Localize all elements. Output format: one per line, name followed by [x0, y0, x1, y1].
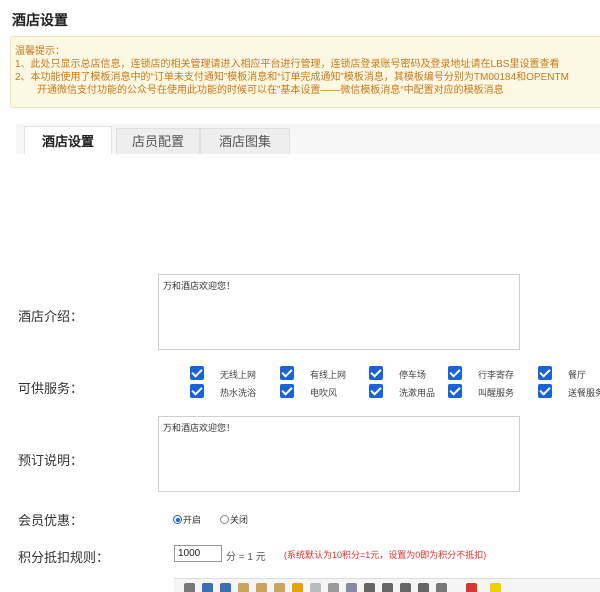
intro-label: 酒店介绍：	[18, 309, 84, 324]
notice-line-1: 1、此处只显示总店信息，连锁店的相关管理请进入相应平台进行管理，连锁店登录账号密…	[15, 59, 560, 70]
tab-bar: 酒店设置 店员配置 酒店图集	[16, 124, 600, 156]
settings-panel: 酒店设置 店员配置 酒店图集	[16, 124, 600, 592]
checkbox-icon[interactable]	[190, 366, 204, 380]
intro-textarea[interactable]: 万和酒店欢迎您！	[158, 274, 520, 350]
member-discount-label: 会员优惠：	[18, 513, 84, 528]
page-title: 酒店设置	[12, 12, 68, 28]
superscript-icon[interactable]	[364, 583, 375, 592]
notice-heading: 温馨提示：	[15, 46, 65, 57]
checkbox-icon[interactable]	[538, 384, 552, 398]
notice-line-3: 开通微信支付功能的公众号在使用此功能的时候可以在”基本设置——微信模板消息“中配…	[37, 85, 504, 96]
undo-icon[interactable]	[202, 583, 213, 592]
clear-icon[interactable]	[328, 583, 339, 592]
font-size-down-icon[interactable]	[400, 583, 411, 592]
notice-box: 温馨提示： 1、此处只显示总店信息，连锁店的相关管理请进入相应平台进行管理，连锁…	[10, 36, 600, 108]
subscript-icon[interactable]	[418, 583, 429, 592]
checkbox-icon[interactable]	[448, 384, 462, 398]
tab-hotel-settings[interactable]: 酒店设置	[24, 126, 112, 156]
paste-text-icon[interactable]	[256, 583, 267, 592]
font-size-up-icon[interactable]	[382, 583, 393, 592]
booking-note-label: 预订说明：	[18, 453, 84, 468]
points-input[interactable]: 1000	[174, 545, 222, 562]
table-icon[interactable]	[346, 583, 357, 592]
booking-note-textarea[interactable]: 万和酒店欢迎您！	[158, 416, 520, 492]
checkbox-icon[interactable]	[448, 366, 462, 380]
checkbox-icon[interactable]	[369, 366, 383, 380]
checkbox-icon[interactable]	[280, 384, 294, 398]
checkbox-icon[interactable]	[280, 366, 294, 380]
editor-toolbar	[174, 578, 600, 592]
brush-icon[interactable]	[292, 583, 303, 592]
points-rule-label: 积分抵扣规则：	[18, 550, 110, 565]
paste-icon[interactable]	[238, 583, 249, 592]
points-hint: (系统默认为10积分=1元，设置为0即为积分不抵扣)	[284, 550, 487, 560]
checkbox-icon[interactable]	[190, 384, 204, 398]
radio-selected-icon[interactable]	[173, 515, 182, 524]
format-icon[interactable]	[184, 583, 195, 592]
radio-icon[interactable]	[220, 515, 229, 524]
paste-word-icon[interactable]	[274, 583, 285, 592]
font-color-icon[interactable]	[466, 583, 477, 592]
services-label: 可供服务：	[18, 381, 84, 396]
checkbox-icon[interactable]	[538, 366, 552, 380]
redo-icon[interactable]	[220, 583, 231, 592]
tab-hotel-gallery[interactable]: 酒店图集	[200, 128, 290, 154]
discount-on-radio[interactable]: 开启	[173, 513, 201, 526]
notice-line-2: 2、本功能使用了模板消息中的“订单未支付通知”模板消息和“订单完成通知”模板消息…	[15, 72, 569, 83]
clear-format-icon[interactable]	[310, 583, 321, 592]
highlight-icon[interactable]	[490, 583, 501, 592]
points-unit-text: 分 = 1 元	[226, 552, 266, 563]
checkbox-icon[interactable]	[369, 384, 383, 398]
align-icon[interactable]	[436, 583, 447, 592]
tab-staff-config[interactable]: 店员配置	[116, 128, 200, 154]
discount-off-radio[interactable]: 关闭	[220, 513, 248, 526]
